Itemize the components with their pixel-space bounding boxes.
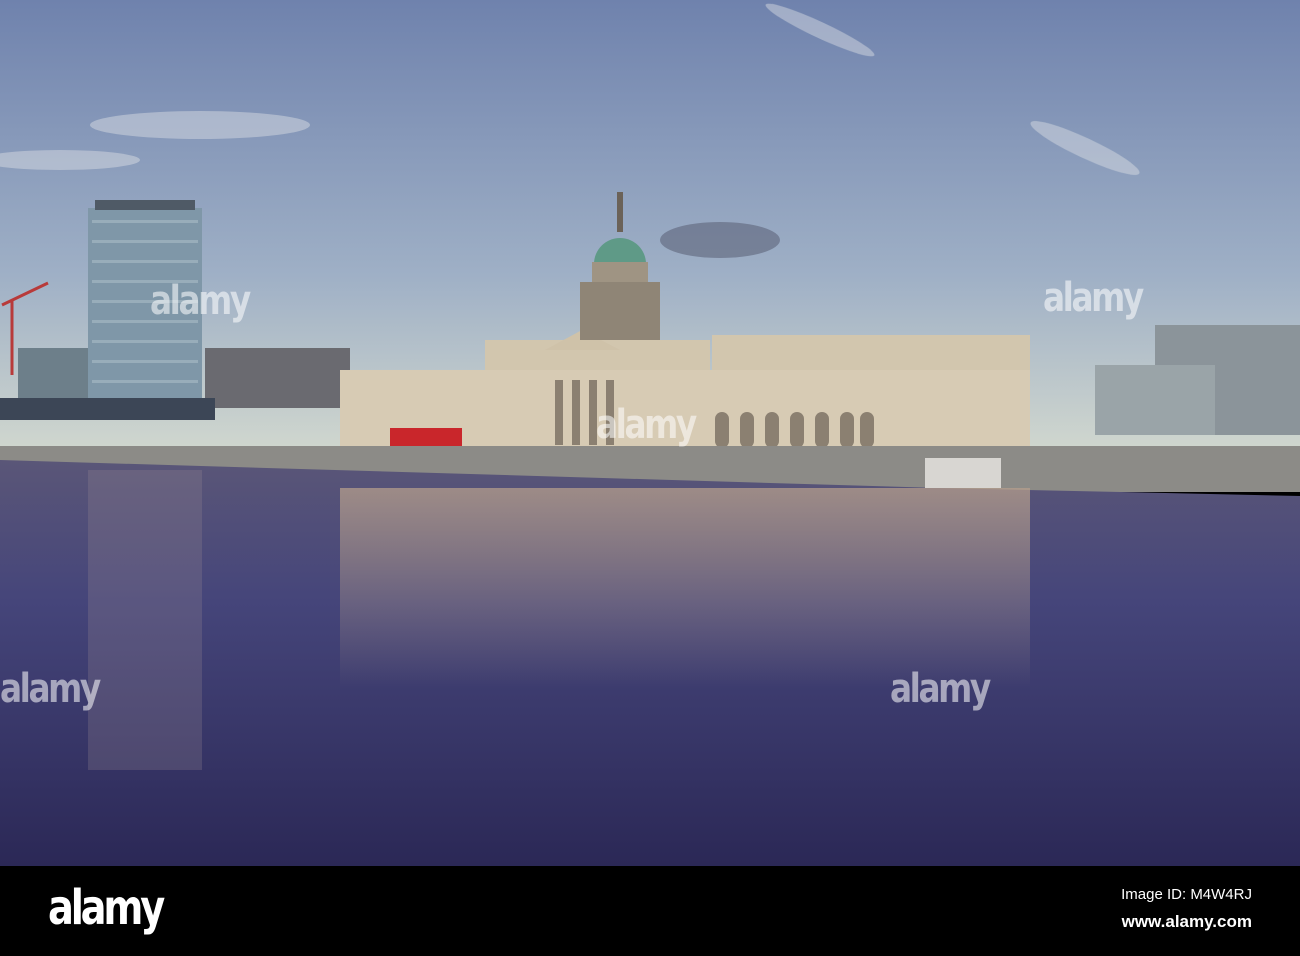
image-id: Image ID: M4W4RJ (1121, 886, 1252, 903)
watermark: alamy (0, 666, 101, 712)
watermark: alamy (150, 278, 251, 324)
smoke (660, 222, 780, 258)
watermark: alamy (596, 402, 697, 448)
watermark: alamy (1043, 275, 1144, 321)
site-url: www.alamy.com (1121, 912, 1252, 931)
footer-bar: alamy Image ID: M4W4RJ www.alamy.com (0, 866, 1300, 956)
watermark: alamy (890, 666, 991, 712)
alamy-logo: alamy (48, 880, 165, 936)
reflection (340, 488, 1030, 688)
bridge (0, 398, 215, 420)
